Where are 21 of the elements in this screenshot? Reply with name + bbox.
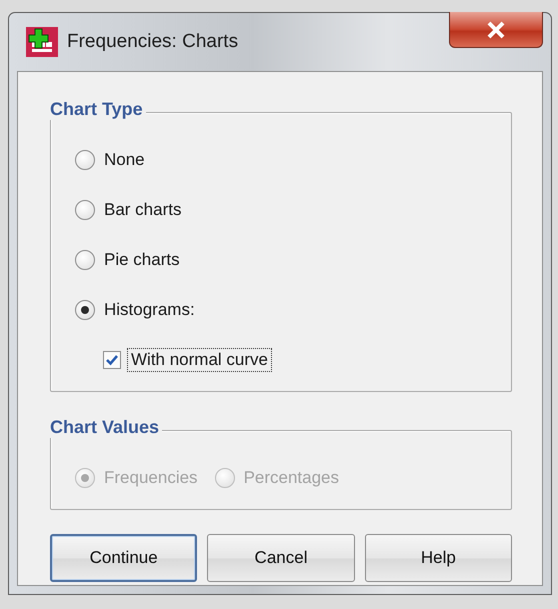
radio-button[interactable] bbox=[75, 150, 95, 170]
radio-button[interactable] bbox=[75, 300, 95, 320]
radio-label[interactable]: Bar charts bbox=[101, 199, 184, 221]
radio-label[interactable]: None bbox=[101, 149, 148, 171]
radio-label[interactable]: Histograms: bbox=[101, 299, 198, 321]
dialog-button[interactable]: Cancel bbox=[207, 534, 355, 582]
radio-button[interactable] bbox=[75, 200, 95, 220]
radio-label[interactable]: Pie charts bbox=[101, 249, 183, 271]
radio-label: Frequencies bbox=[103, 467, 199, 489]
window-title: Frequencies: Charts bbox=[67, 31, 238, 53]
dialog-button[interactable]: Continue bbox=[50, 534, 198, 582]
checkbox[interactable] bbox=[103, 351, 121, 369]
radio-label: Percentages bbox=[242, 467, 340, 489]
group-title: Chart Type bbox=[48, 99, 146, 120]
group-title: Chart Values bbox=[48, 417, 162, 438]
radio-button[interactable] bbox=[75, 250, 95, 270]
close-icon bbox=[486, 20, 506, 38]
checkbox-label[interactable]: With normal curve bbox=[127, 348, 272, 372]
close-button[interactable] bbox=[449, 12, 543, 48]
app-icon bbox=[25, 26, 59, 58]
dialog-button[interactable]: Help bbox=[364, 534, 512, 582]
